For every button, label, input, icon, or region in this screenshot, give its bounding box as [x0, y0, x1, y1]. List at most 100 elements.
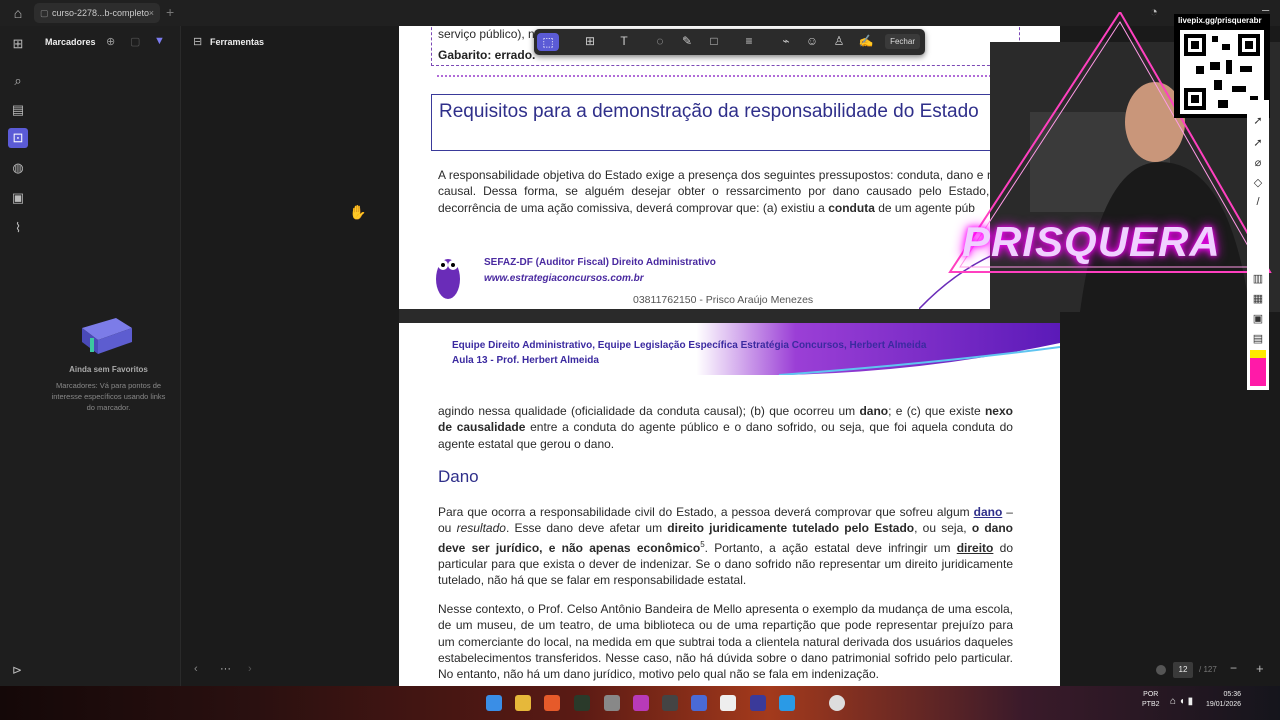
text: . Portanto, a ação estatal deve infringi… [704, 540, 951, 555]
home-icon[interactable]: ⌂ [10, 5, 26, 21]
zoom-out-button[interactable]: − [1230, 661, 1237, 675]
text: . Esse dano deve afetar um [505, 521, 663, 536]
line-icon[interactable]: / [1250, 196, 1266, 208]
footer-course-title: SEFAZ-DF (Auditor Fiscal) Direito Admini… [484, 257, 716, 268]
prev-chevron-icon[interactable]: ‹ [194, 663, 198, 675]
underlined-term: dano [973, 505, 1003, 519]
user-icon[interactable]: ♙ [831, 34, 847, 48]
text: agindo nessa qualidade (oficialidade da … [438, 404, 856, 418]
close-toolbar-button[interactable]: Fechar [885, 34, 920, 49]
bold-term: direito juridicamente tutelado pelo Esta… [667, 521, 915, 536]
prev-page-icon[interactable] [1156, 665, 1166, 675]
tools-title[interactable]: Ferramentas [210, 37, 264, 47]
bookmarks-panel: Marcadores ⊕ ▢ ▼ Ainda sem Favoritos Mar… [36, 26, 181, 686]
system-tray-icons[interactable]: ⌂ ◖ ▮ [1170, 696, 1193, 707]
underlined-term: direito [956, 540, 994, 555]
footer-url: www.estrategiaconcursos.com.br [484, 273, 644, 284]
camera-icon[interactable]: ▣ [1250, 312, 1266, 325]
app-icon[interactable] [691, 695, 707, 711]
right-tool-strip: ➚ ➚ ⌀ ◇ / ▥ ▦ ▣ ▤ [1247, 100, 1269, 390]
next-chevron-icon[interactable]: › [248, 663, 252, 675]
more-options-button[interactable]: ··· [220, 663, 231, 675]
app-icon[interactable] [720, 695, 736, 711]
text: entre a conduta do agente público e o da… [438, 420, 1013, 451]
section-heading: Requisitos para a demonstração da respon… [439, 101, 979, 122]
hand-cursor-icon: ✋ [349, 204, 367, 220]
header-line-2: Aula 13 - Prof. Herbert Almeida [452, 355, 599, 366]
paragraph-3: Nesse contexto, o Prof. Celso Antônio Ba… [438, 602, 1013, 682]
paragraph-1: agindo nessa qualidade (oficialidade da … [438, 403, 1013, 452]
cursor-icon[interactable]: ➚ [1250, 114, 1266, 127]
streamer-brand: PRISQUERA [962, 218, 1221, 265]
toolbox-icon[interactable]: ⊟ [193, 35, 202, 48]
bookmark-icon[interactable]: ⊡ [8, 128, 28, 148]
page-number-input[interactable]: 12 [1173, 662, 1193, 678]
clock[interactable]: 05:36 19/01/2026 [1206, 690, 1241, 710]
pen-icon[interactable]: ⌁ [778, 34, 794, 48]
attachment-icon[interactable]: ⌇ [10, 220, 26, 236]
highlight-icon[interactable]: ✎ [679, 34, 695, 48]
document-tab[interactable]: ▢ curso-2278...b-completo × [34, 3, 160, 23]
area-select-icon[interactable]: ⊞ [582, 34, 598, 48]
italic-term: resultado [456, 521, 506, 536]
bold-term: dano [859, 404, 889, 418]
add-bookmark-icon[interactable]: ⊕ [106, 35, 115, 48]
apps-grid-icon[interactable]: ⊞ [10, 36, 26, 52]
search-icon[interactable]: ⌕ [10, 73, 26, 89]
comment-icon[interactable]: ◍ [10, 160, 26, 176]
layout: PTB2 [1142, 701, 1160, 708]
file-explorer-icon[interactable] [515, 695, 531, 711]
text-icon[interactable]: T [616, 34, 632, 48]
dotted-divider [437, 75, 1015, 77]
zoom-in-button[interactable]: + [1256, 661, 1264, 676]
tools-panel: ⊟ Ferramentas ✋ [181, 26, 399, 686]
language-indicator[interactable]: POR PTB2 [1142, 690, 1160, 710]
tab-close-button[interactable]: × [149, 3, 154, 23]
select-tool-icon[interactable]: ⬚ [537, 33, 559, 51]
trash-icon[interactable]: ▥ [1250, 272, 1266, 285]
text: Para que ocorra a responsabilidade civil… [438, 505, 970, 519]
tag-icon[interactable]: ◇ [1250, 176, 1266, 189]
app-icon[interactable] [633, 695, 649, 711]
annotation-toolbar: ⬚ ⊞ T ◌ ✎ □ ≡ ⌁ ☺ ♙ ✍ Fechar [534, 29, 925, 55]
brave-icon[interactable] [544, 695, 560, 711]
signature-icon[interactable]: ✍ [858, 34, 874, 48]
pin-icon[interactable]: ▼ [154, 35, 165, 47]
obs-icon[interactable] [662, 695, 678, 711]
qr-label: livepix.gg/prisquerabr [1178, 16, 1262, 25]
page-total: / 127 [1199, 665, 1217, 674]
lang: POR [1143, 691, 1159, 698]
eraser-icon[interactable]: ⌀ [1250, 156, 1266, 169]
empty-book-icon [82, 318, 132, 354]
pdf-page-12: Equipe Direito Administrativo, Equipe Le… [399, 323, 1060, 686]
app-icon[interactable] [829, 695, 845, 711]
color-swatch-pink[interactable] [1250, 358, 1266, 386]
edge-icon[interactable] [779, 695, 795, 711]
panel-title: Marcadores [45, 37, 96, 47]
pages-icon[interactable]: ▤ [10, 102, 26, 118]
header-line-1: Equipe Direito Administrativo, Equipe Le… [452, 340, 927, 351]
sidebar-toggle-icon[interactable]: ⊳ [12, 663, 22, 677]
text: ; e (c) que existe [888, 404, 981, 418]
left-icon-rail: ⊞ ⌕ ▤ ⊡ ◍ ▣ ⌇ [0, 26, 36, 686]
cursor-alt-icon[interactable]: ➚ [1250, 136, 1266, 149]
terminal-icon[interactable] [574, 695, 590, 711]
text: , ou seja, [914, 521, 967, 536]
clipboard-icon[interactable]: ▤ [1250, 332, 1266, 345]
printer-icon[interactable]: ▦ [1250, 292, 1266, 305]
layers-icon[interactable]: ▣ [10, 190, 26, 206]
strikethrough-icon[interactable]: ≡ [741, 34, 757, 48]
windows-taskbar: POR PTB2 ⌂ ◖ ▮ 05:36 19/01/2026 [0, 686, 1280, 720]
new-tab-button[interactable]: + [166, 4, 174, 20]
color-swatch-yellow[interactable] [1250, 350, 1266, 358]
calculator-icon[interactable] [604, 695, 620, 711]
shape-icon[interactable]: □ [706, 34, 722, 48]
empty-state-title: Ainda sem Favoritos [69, 365, 148, 374]
footer-user-id: 03811762150 - Prisco Araújo Menezes [633, 294, 814, 306]
comment-tool-icon[interactable]: ◌ [652, 34, 668, 48]
bookmark-outline-icon[interactable]: ▢ [130, 35, 140, 48]
stamp-icon[interactable]: ☺ [804, 34, 820, 48]
start-icon[interactable] [486, 695, 502, 711]
date: 19/01/2026 [1206, 701, 1242, 708]
pdf-reader-icon[interactable] [750, 695, 766, 711]
